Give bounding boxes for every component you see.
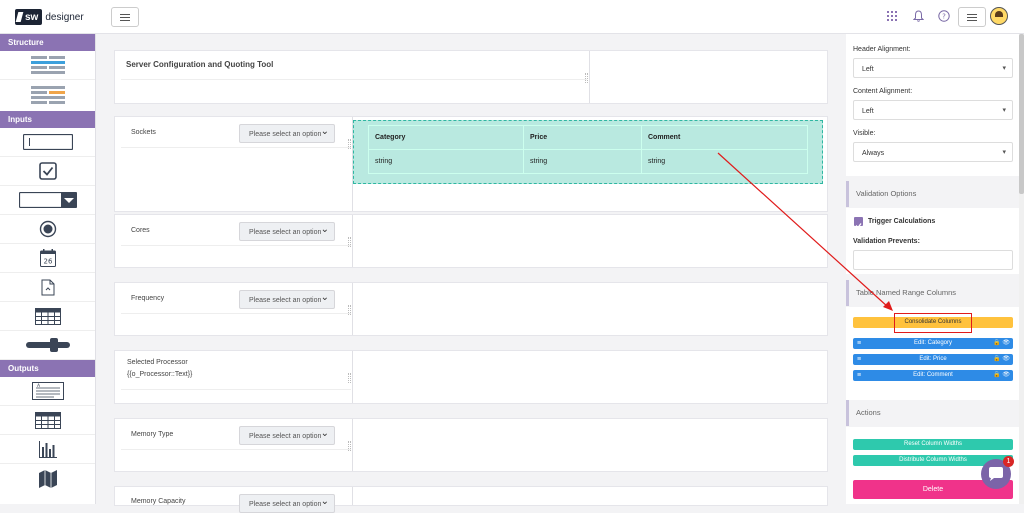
annotation-arrow (717, 152, 893, 311)
chat-badge: 1 (1003, 456, 1014, 467)
chat-button[interactable]: 1 (981, 456, 1014, 489)
